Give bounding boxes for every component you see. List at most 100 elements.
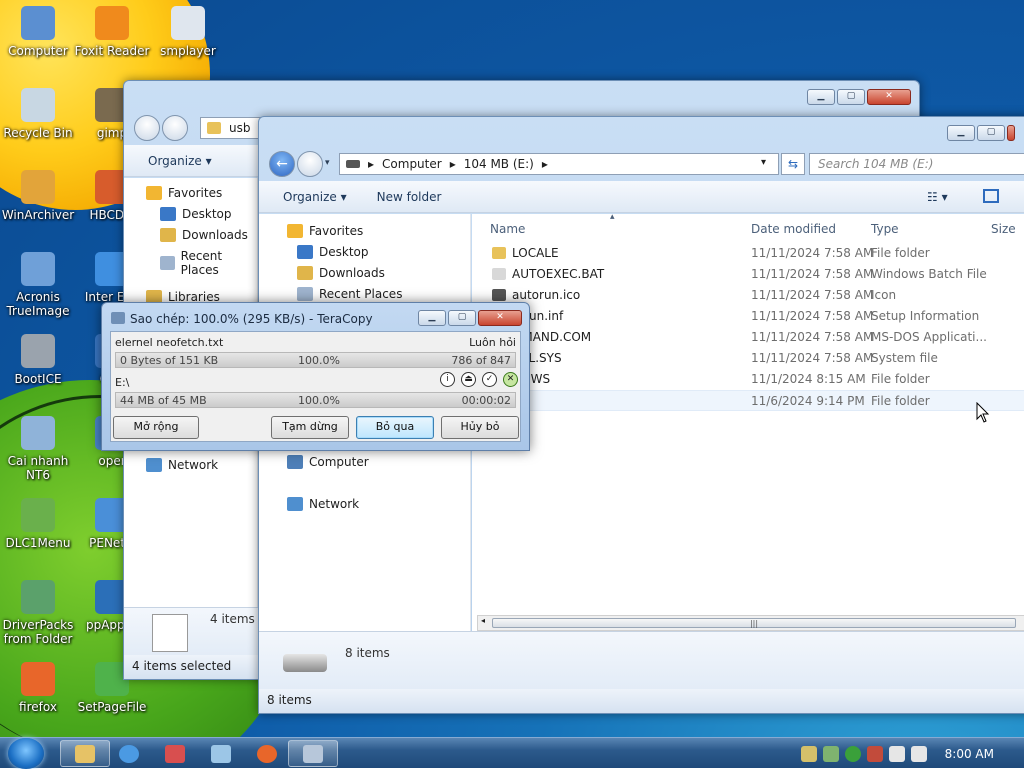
total-progress-bar: 44 MB of 45 MB 100.0% 00:00:02 xyxy=(115,392,516,408)
start-button[interactable] xyxy=(8,738,44,769)
network-icon xyxy=(146,458,162,472)
desktop-icon-item[interactable]: Computer xyxy=(0,6,76,58)
tray-tools-icon[interactable] xyxy=(800,745,817,762)
column-date[interactable]: Date modified xyxy=(751,222,836,236)
table-row[interactable]: e11/6/2024 9:14 PMFile folder xyxy=(472,390,1024,411)
maximize-button[interactable]: ▢ xyxy=(448,310,476,326)
desktop-icon xyxy=(297,245,313,259)
desktop-icon-item[interactable]: Cai nhanh NT6 xyxy=(0,416,76,482)
paint-icon xyxy=(211,744,231,763)
nav-recent-places[interactable]: Recent Places xyxy=(160,249,257,277)
column-name[interactable]: Name xyxy=(490,222,525,236)
maximize-button[interactable]: ▢ xyxy=(977,125,1005,141)
tray-volume-icon[interactable] xyxy=(910,745,927,762)
pause-button[interactable]: Tạm dừng xyxy=(271,416,349,439)
tray-media-icon[interactable] xyxy=(844,745,861,762)
back-button[interactable]: ← xyxy=(269,151,295,177)
overwrite-mode[interactable]: Luôn hỏi xyxy=(469,336,516,349)
target-path: E:\ xyxy=(115,376,130,389)
desktop-icon-label: DriverPacks from Folder xyxy=(2,618,74,646)
teracopy-title: Sao chép: 100.0% (295 KB/s) - TeraCopy xyxy=(130,312,373,326)
close-button[interactable]: ✕ xyxy=(478,310,522,326)
nav-downloads[interactable]: Downloads xyxy=(297,266,385,280)
new-folder-button[interactable]: New folder xyxy=(377,190,442,204)
desktop-icon-item[interactable]: Foxit Reader xyxy=(74,6,150,58)
minimize-button[interactable]: ▁ xyxy=(418,310,446,326)
firefox-icon xyxy=(257,744,277,763)
nav-downloads[interactable]: Downloads xyxy=(160,228,248,242)
taskbar-paint[interactable] xyxy=(196,740,246,767)
table-row[interactable]: AUTOEXEC.BAT 11/11/2024 7:58 AM Windows Ba… xyxy=(472,264,1024,285)
file-name: AUTOEXEC.BAT xyxy=(512,267,605,281)
nav-network[interactable]: Network xyxy=(146,458,218,472)
horizontal-scrollbar[interactable]: ◂ ||| xyxy=(477,615,1024,631)
desktop-icon-item[interactable]: BootICE xyxy=(0,334,76,386)
table-row[interactable]: NEL.SYS 11/11/2024 7:58 AM System file xyxy=(472,348,1024,369)
table-row[interactable]: DOWS 11/1/2024 8:15 AM File folder xyxy=(472,369,1024,390)
desktop-icon-item[interactable]: Acronis TrueImage xyxy=(0,252,76,318)
desktop-icon-label: firefox xyxy=(19,700,57,714)
column-size[interactable]: Size xyxy=(991,222,1016,236)
taskbar-app[interactable] xyxy=(150,740,200,767)
forward-button[interactable] xyxy=(297,151,323,177)
desktop-icon-item[interactable]: Recycle Bin xyxy=(0,88,76,140)
downloads-icon xyxy=(160,228,176,242)
nav-favorites[interactable]: Favorites xyxy=(146,186,222,200)
desktop-icon-item[interactable]: firefox xyxy=(0,662,76,714)
tray-app-icon[interactable] xyxy=(866,745,883,762)
maximize-button[interactable]: ▢ xyxy=(837,89,865,105)
desktop-icon-item[interactable]: WinArchiver xyxy=(0,170,76,222)
info-icon[interactable]: i xyxy=(440,372,455,387)
view-options-icon[interactable]: ☷ ▾ xyxy=(927,190,948,204)
nav-computer[interactable]: Computer xyxy=(287,455,369,469)
teracopy-dialog[interactable]: Sao chép: 100.0% (295 KB/s) - TeraCopy ▁… xyxy=(101,302,530,451)
organize-menu[interactable]: Organize ▾ xyxy=(283,190,347,204)
minimize-button[interactable]: ▁ xyxy=(947,125,975,141)
organize-menu[interactable]: Organize ▾ xyxy=(148,154,212,168)
close-button[interactable]: ✕ xyxy=(867,89,911,105)
check-icon[interactable]: ✓ xyxy=(482,372,497,387)
address-bar[interactable]: ▸ Computer ▸ 104 MB (E:) ▸ ▾ xyxy=(339,153,779,175)
cancel-button[interactable]: Hủy bỏ xyxy=(441,416,519,439)
taskbar-firefox[interactable] xyxy=(242,740,292,767)
tray-network-icon[interactable] xyxy=(822,745,839,762)
clock[interactable]: 8:00 AM xyxy=(945,747,994,761)
nav-desktop[interactable]: Desktop xyxy=(160,207,232,221)
forward-button[interactable] xyxy=(162,115,188,141)
minimize-button[interactable]: ▁ xyxy=(807,89,835,105)
table-row[interactable]: autorun.ico 11/11/2024 7:58 AM Icon xyxy=(472,285,1024,306)
nav-recent-places[interactable]: Recent Places xyxy=(297,287,402,301)
taskbar-ie[interactable] xyxy=(104,740,154,767)
file-date: 11/11/2024 7:58 AM xyxy=(751,288,874,302)
breadcrumb-computer[interactable]: Computer xyxy=(382,157,442,171)
scroll-left-icon[interactable]: ◂ xyxy=(481,616,485,625)
expand-button[interactable]: Mở rộng xyxy=(113,416,199,439)
tray-display-icon[interactable] xyxy=(888,745,905,762)
desktop-icon-item[interactable]: DriverPacks from Folder xyxy=(0,580,76,646)
search-input[interactable]: Search 104 MB (E:) xyxy=(809,153,1024,175)
breadcrumb-sep-icon: ▸ xyxy=(368,157,375,171)
address-dropdown-icon[interactable]: ▾ xyxy=(761,157,766,168)
nav-favorites[interactable]: Favorites xyxy=(287,224,363,238)
table-row[interactable]: torun.inf 11/11/2024 7:58 AM Setup Informa… xyxy=(472,306,1024,327)
desktop-icon-item[interactable]: smplayer xyxy=(150,6,226,58)
nav-desktop[interactable]: Desktop xyxy=(297,245,369,259)
refresh-button[interactable]: ⇆ xyxy=(781,153,805,175)
taskbar-explorer[interactable] xyxy=(60,740,110,767)
eject-icon[interactable]: ⏏ xyxy=(461,372,476,387)
scrollbar-thumb[interactable]: ||| xyxy=(492,618,1016,628)
desktop-icon-item[interactable]: DLC1Menu xyxy=(0,498,76,550)
preview-pane-icon[interactable] xyxy=(983,189,999,203)
table-row[interactable]: MMAND.COM 11/11/2024 7:58 AM MS-DOS Applic… xyxy=(472,327,1024,348)
taskbar-teracopy[interactable] xyxy=(288,740,338,767)
nav-network[interactable]: Network xyxy=(287,497,359,511)
back-button[interactable] xyxy=(134,115,160,141)
skip-button[interactable]: Bỏ qua xyxy=(356,416,434,439)
column-type[interactable]: Type xyxy=(871,222,899,236)
delete-icon[interactable]: ✕ xyxy=(503,372,518,387)
star-icon xyxy=(146,186,162,200)
breadcrumb-drive[interactable]: 104 MB (E:) xyxy=(464,157,534,171)
recent-pages-dropdown[interactable]: ▾ xyxy=(325,158,330,168)
table-row[interactable]: LOCALE 11/11/2024 7:58 AM File folder xyxy=(472,243,1024,264)
close-button[interactable] xyxy=(1007,125,1015,141)
